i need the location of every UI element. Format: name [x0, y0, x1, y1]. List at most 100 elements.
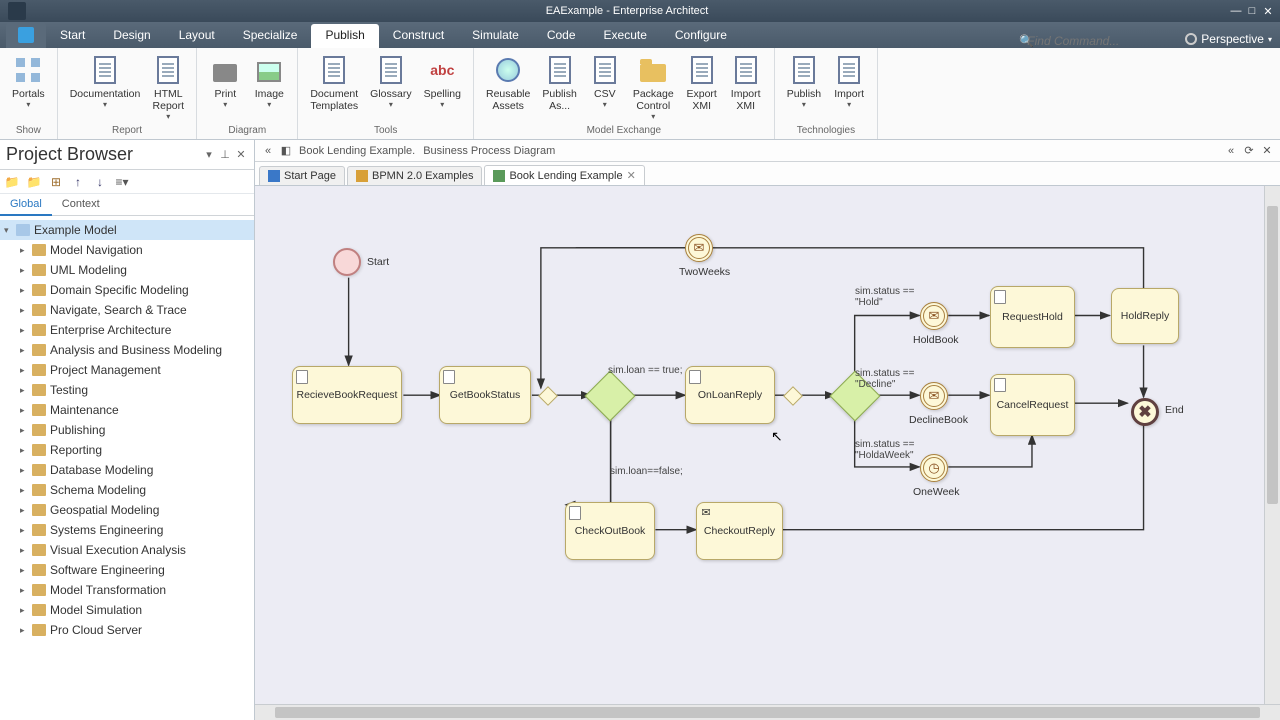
- menu-tab-construct[interactable]: Construct: [379, 24, 458, 48]
- menu-tab-configure[interactable]: Configure: [661, 24, 741, 48]
- vertical-scrollbar[interactable]: [1264, 186, 1280, 704]
- file-menu-button[interactable]: [6, 22, 46, 48]
- ribbon-publish-button[interactable]: Publish▾: [781, 52, 827, 111]
- menu-tab-simulate[interactable]: Simulate: [458, 24, 533, 48]
- task-recieve-book-request[interactable]: RecieveBookRequest: [292, 366, 402, 424]
- task-checkout-book[interactable]: CheckOutBook: [565, 502, 655, 560]
- tree-item[interactable]: ▸Domain Specific Modeling: [0, 280, 254, 300]
- bpmn-start-event[interactable]: [333, 248, 361, 276]
- browser-tab-context[interactable]: Context: [52, 194, 110, 215]
- ribbon-portals-button[interactable]: Portals▾: [6, 52, 51, 111]
- ribbon-document-templates-button[interactable]: DocumentTemplates: [304, 52, 364, 114]
- doc-tab-book-lending-example[interactable]: Book Lending Example✕: [484, 165, 644, 185]
- ribbon-package-control-button[interactable]: PackageControl▾: [627, 52, 680, 123]
- menu-tab-publish[interactable]: Publish: [311, 24, 378, 48]
- ribbon-print-button[interactable]: Print▾: [203, 52, 247, 111]
- maximize-button[interactable]: □: [1244, 5, 1260, 17]
- nav-back-button[interactable]: «: [259, 145, 277, 157]
- tree-item[interactable]: ▸Reporting: [0, 440, 254, 460]
- ribbon-spelling-button[interactable]: abcSpelling▾: [418, 52, 467, 111]
- event-hold-book[interactable]: ✉: [920, 302, 948, 330]
- tree-item[interactable]: ▸Testing: [0, 380, 254, 400]
- tree-item[interactable]: ▸Database Modeling: [0, 460, 254, 480]
- event-one-week[interactable]: ◷: [920, 454, 948, 482]
- menu-tab-execute[interactable]: Execute: [590, 24, 661, 48]
- menu-tab-layout[interactable]: Layout: [165, 24, 229, 48]
- event-decline-book[interactable]: ✉: [920, 382, 948, 410]
- tree-item[interactable]: ▸Publishing: [0, 420, 254, 440]
- doc-icon: [788, 54, 820, 86]
- ribbon-documentation-button[interactable]: Documentation▾: [64, 52, 147, 111]
- tree-item[interactable]: ▸Model Navigation: [0, 240, 254, 260]
- ribbon-import-xmi-button[interactable]: ImportXMI: [724, 52, 768, 114]
- task-get-book-status[interactable]: GetBookStatus: [439, 366, 531, 424]
- tree-item[interactable]: ▸Project Management: [0, 360, 254, 380]
- gateway-loan[interactable]: [585, 371, 636, 422]
- tree-item[interactable]: ▸Enterprise Architecture: [0, 320, 254, 340]
- tree-item[interactable]: ▸UML Modeling: [0, 260, 254, 280]
- tree-item[interactable]: ▸Systems Engineering: [0, 520, 254, 540]
- project-tree[interactable]: ▾Example Model▸Model Navigation▸UML Mode…: [0, 216, 254, 720]
- menu-tab-design[interactable]: Design: [99, 24, 164, 48]
- menu-tab-start[interactable]: Start: [46, 24, 99, 48]
- tree-item[interactable]: ▸Pro Cloud Server: [0, 620, 254, 640]
- find-command-input[interactable]: [1027, 34, 1177, 48]
- ribbon-glossary-button[interactable]: Glossary▾: [364, 52, 417, 111]
- new-element-button[interactable]: ⊞: [48, 174, 64, 190]
- ribbon-import-button[interactable]: Import▾: [827, 52, 871, 111]
- move-down-button[interactable]: ↓: [92, 174, 108, 190]
- tree-root[interactable]: ▾Example Model: [0, 220, 254, 240]
- gateway-small-1[interactable]: [538, 386, 558, 406]
- ribbon-html-report-button[interactable]: HTMLReport▾: [146, 52, 190, 123]
- nav-prev-button[interactable]: «: [1222, 145, 1240, 157]
- nav-close-button[interactable]: ✕: [1258, 144, 1276, 157]
- breadcrumb-0[interactable]: Book Lending Example.: [295, 145, 419, 157]
- hamburger-menu-button[interactable]: ≡▾: [114, 174, 130, 190]
- tree-item[interactable]: ▸Analysis and Business Modeling: [0, 340, 254, 360]
- move-up-button[interactable]: ↑: [70, 174, 86, 190]
- menu-tab-code[interactable]: Code: [533, 24, 590, 48]
- close-window-button[interactable]: ✕: [1260, 5, 1276, 18]
- ribbon-csv-button[interactable]: CSV▾: [583, 52, 627, 111]
- ribbon-publish-as--button[interactable]: PublishAs...: [536, 52, 582, 114]
- breadcrumb-1[interactable]: Business Process Diagram: [419, 145, 559, 157]
- ribbon-reusable-assets-button[interactable]: ReusableAssets: [480, 52, 536, 114]
- tree-item[interactable]: ▸Geospatial Modeling: [0, 500, 254, 520]
- nav-fwd-button[interactable]: ⟳: [1240, 144, 1258, 157]
- document-tabs: Start PageBPMN 2.0 ExamplesBook Lending …: [255, 162, 1280, 186]
- bpmn-end-event[interactable]: ✖: [1131, 398, 1159, 426]
- horizontal-scrollbar[interactable]: [255, 704, 1280, 720]
- nav-diagram-button[interactable]: ◧: [277, 144, 295, 157]
- event-two-weeks[interactable]: ✉: [685, 234, 713, 262]
- task-checkout-reply[interactable]: CheckoutReply: [696, 502, 783, 560]
- tree-item[interactable]: ▸Model Transformation: [0, 580, 254, 600]
- menu-tab-specialize[interactable]: Specialize: [229, 24, 312, 48]
- bpmn-canvas[interactable]: Start RecieveBookRequest GetBookStatus O…: [255, 186, 1280, 704]
- tree-item[interactable]: ▸Navigate, Search & Trace: [0, 300, 254, 320]
- task-onloan-reply[interactable]: OnLoanReply: [685, 366, 775, 424]
- gateway-small-2[interactable]: [783, 386, 803, 406]
- doc-tab-start-page[interactable]: Start Page: [259, 166, 345, 185]
- tree-item[interactable]: ▸Visual Execution Analysis: [0, 540, 254, 560]
- close-icon[interactable]: ✕: [627, 169, 636, 182]
- panel-close-button[interactable]: ✕: [234, 148, 248, 161]
- ribbon-export-xmi-button[interactable]: ExportXMI: [680, 52, 724, 114]
- new-package-button[interactable]: 📁: [4, 174, 20, 190]
- ribbon-image-button[interactable]: Image▾: [247, 52, 291, 111]
- perspective-button[interactable]: Perspective ▾: [1177, 30, 1280, 48]
- doc-tab-bpmn-2-0-examples[interactable]: BPMN 2.0 Examples: [347, 166, 482, 185]
- tree-item[interactable]: ▸Maintenance: [0, 400, 254, 420]
- browser-tab-global[interactable]: Global: [0, 194, 52, 216]
- minimize-button[interactable]: —: [1228, 5, 1244, 17]
- tree-item[interactable]: ▸Schema Modeling: [0, 480, 254, 500]
- task-hold-reply[interactable]: HoldReply: [1111, 288, 1179, 344]
- panel-dropdown-button[interactable]: ▾: [202, 148, 216, 161]
- edge-loan-true: sim.loan == true;: [608, 365, 682, 376]
- task-cancel-request[interactable]: CancelRequest: [990, 374, 1075, 436]
- new-diagram-button[interactable]: 📁: [26, 174, 42, 190]
- tree-item[interactable]: ▸Model Simulation: [0, 600, 254, 620]
- tree-item[interactable]: ▸Software Engineering: [0, 560, 254, 580]
- task-request-hold[interactable]: RequestHold: [990, 286, 1075, 348]
- project-browser-toolbar: 📁 📁 ⊞ ↑ ↓ ≡▾: [0, 170, 254, 194]
- panel-pin-button[interactable]: ⊥: [218, 148, 232, 161]
